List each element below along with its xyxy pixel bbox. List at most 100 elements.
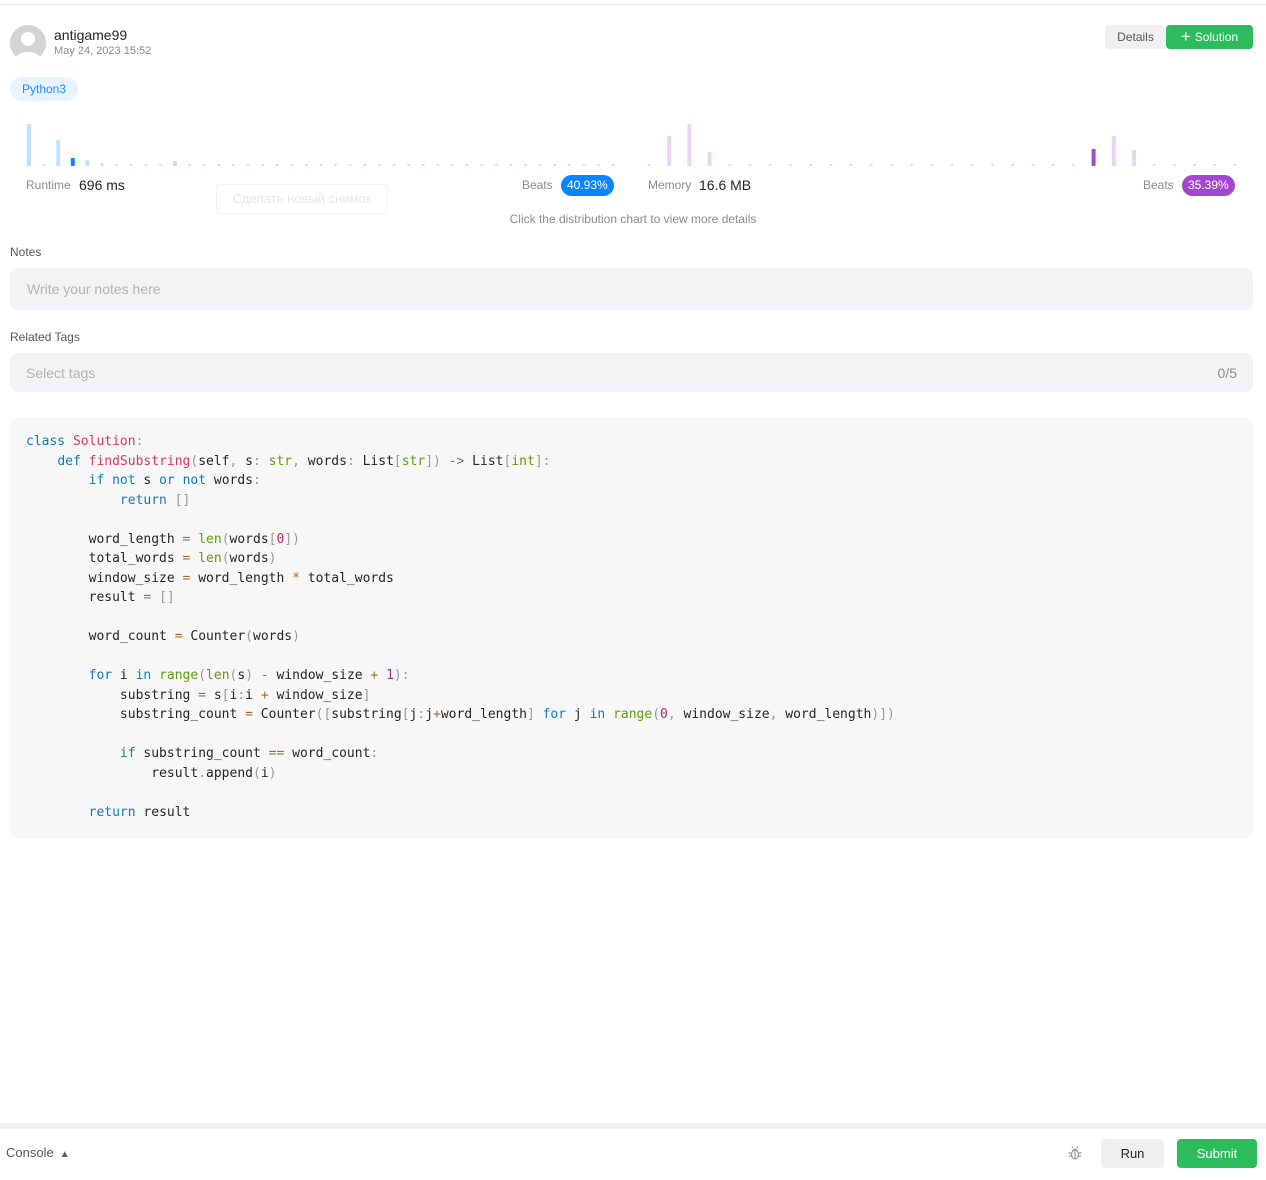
runtime-bar[interactable] (100, 163, 104, 166)
ghost-tooltip: Сделать новый снимок (216, 184, 388, 214)
runtime-bar[interactable] (567, 164, 571, 166)
runtime-bar[interactable] (188, 164, 192, 166)
memory-bar[interactable] (1132, 150, 1136, 166)
add-solution-button[interactable]: + Solution (1166, 25, 1253, 49)
runtime-bar[interactable] (42, 164, 46, 166)
avatar[interactable] (10, 25, 46, 61)
memory-beats-label: Beats (1143, 178, 1174, 192)
memory-bar[interactable] (849, 164, 853, 166)
runtime-bar[interactable] (27, 124, 31, 166)
code-viewer[interactable]: class Solution: def findSubstring(self, … (10, 418, 1253, 838)
memory-bar[interactable] (667, 136, 672, 166)
memory-bar[interactable] (1091, 149, 1096, 166)
memory-bar[interactable] (809, 164, 813, 166)
memory-bar[interactable] (728, 164, 732, 166)
console-label: Console (6, 1145, 54, 1160)
runtime-bar[interactable] (261, 164, 265, 166)
memory-bar[interactable] (1071, 164, 1075, 166)
memory-bar[interactable] (829, 164, 833, 166)
memory-bar[interactable] (869, 164, 873, 166)
runtime-bar[interactable] (596, 164, 600, 166)
runtime-bar[interactable] (611, 164, 615, 166)
runtime-bar[interactable] (538, 164, 542, 166)
solution-code[interactable]: class Solution: def findSubstring(self, … (26, 432, 895, 822)
runtime-bar[interactable] (290, 164, 294, 166)
runtime-bar[interactable] (509, 164, 513, 166)
console-toggle[interactable]: Console ▲ (6, 1145, 70, 1160)
memory-bar[interactable] (970, 164, 974, 166)
runtime-bar[interactable] (319, 164, 323, 166)
runtime-bar[interactable] (348, 164, 352, 166)
runtime-bar[interactable] (407, 164, 411, 166)
runtime-bars[interactable] (26, 115, 616, 169)
runtime-bar[interactable] (115, 164, 119, 166)
memory-bar[interactable] (1111, 136, 1116, 166)
runtime-bar[interactable] (144, 164, 148, 166)
runtime-bar[interactable] (173, 161, 177, 166)
runtime-bar[interactable] (465, 164, 469, 166)
memory-bar[interactable] (687, 124, 692, 166)
memory-distribution-chart[interactable]: Memory 16.6 MB Beats 35.39% (646, 115, 1238, 196)
runtime-bar[interactable] (553, 164, 557, 166)
memory-bar[interactable] (991, 164, 994, 166)
runtime-bar[interactable] (231, 164, 235, 166)
runtime-bar[interactable] (158, 164, 162, 166)
runtime-bar[interactable] (70, 158, 75, 166)
runtime-bar[interactable] (246, 164, 250, 166)
memory-bar[interactable] (1233, 164, 1237, 166)
memory-bar[interactable] (1213, 164, 1217, 166)
top-divider (0, 4, 1266, 5)
run-button[interactable]: Run (1101, 1139, 1164, 1168)
memory-bar[interactable] (768, 164, 772, 166)
memory-bar[interactable] (1193, 164, 1197, 166)
chart-hint: Click the distribution chart to view mor… (509, 212, 757, 226)
memory-label: Memory (648, 178, 692, 192)
notes-input[interactable] (10, 268, 1227, 310)
runtime-bar[interactable] (392, 164, 396, 166)
memory-bar[interactable] (1172, 164, 1176, 166)
notes-box (10, 268, 1253, 310)
runtime-bar[interactable] (275, 164, 279, 166)
related-tags-label: Related Tags (10, 330, 80, 344)
runtime-bar[interactable] (523, 164, 527, 166)
bug-icon[interactable] (1067, 1145, 1083, 1161)
tags-select[interactable]: Select tags 0/5 (10, 353, 1253, 392)
language-tag[interactable]: Python3 (10, 77, 79, 101)
runtime-bar[interactable] (582, 164, 586, 166)
memory-bar[interactable] (930, 164, 934, 166)
runtime-bar[interactable] (377, 164, 381, 166)
runtime-bar[interactable] (85, 160, 90, 166)
chevron-up-icon: ▲ (59, 1149, 70, 1160)
memory-bar[interactable] (1051, 164, 1055, 166)
memory-bar[interactable] (1011, 164, 1015, 166)
runtime-distribution-chart[interactable]: Runtime 696 ms Beats 40.93% (26, 115, 616, 196)
memory-bar[interactable] (950, 164, 954, 166)
runtime-bar[interactable] (436, 164, 440, 166)
details-button[interactable]: Details (1105, 25, 1166, 49)
runtime-bar[interactable] (450, 164, 454, 166)
memory-bar[interactable] (748, 164, 752, 166)
submit-button[interactable]: Submit (1177, 1139, 1257, 1168)
runtime-bar[interactable] (202, 164, 206, 166)
memory-bar[interactable] (707, 152, 712, 166)
runtime-bar[interactable] (304, 164, 308, 166)
memory-bar[interactable] (1152, 164, 1156, 166)
solution-header: antigame99 May 24, 2023 15:52 Details + S… (10, 24, 1253, 64)
memory-bar[interactable] (890, 164, 893, 166)
runtime-bar[interactable] (129, 164, 133, 166)
memory-bars[interactable] (646, 115, 1238, 169)
runtime-bar[interactable] (217, 164, 221, 166)
memory-bar[interactable] (1031, 164, 1035, 166)
memory-bar[interactable] (647, 164, 651, 166)
runtime-label: Runtime (26, 178, 71, 192)
runtime-bar[interactable] (480, 164, 484, 166)
runtime-bar[interactable] (334, 164, 338, 166)
runtime-bar[interactable] (56, 140, 61, 166)
run-button-label: Run (1120, 1146, 1145, 1161)
runtime-bar[interactable] (421, 164, 425, 166)
runtime-bar[interactable] (363, 164, 367, 166)
memory-bar[interactable] (788, 164, 792, 166)
runtime-bar[interactable] (494, 164, 498, 166)
username[interactable]: antigame99 (54, 27, 127, 43)
memory-bar[interactable] (910, 164, 914, 166)
